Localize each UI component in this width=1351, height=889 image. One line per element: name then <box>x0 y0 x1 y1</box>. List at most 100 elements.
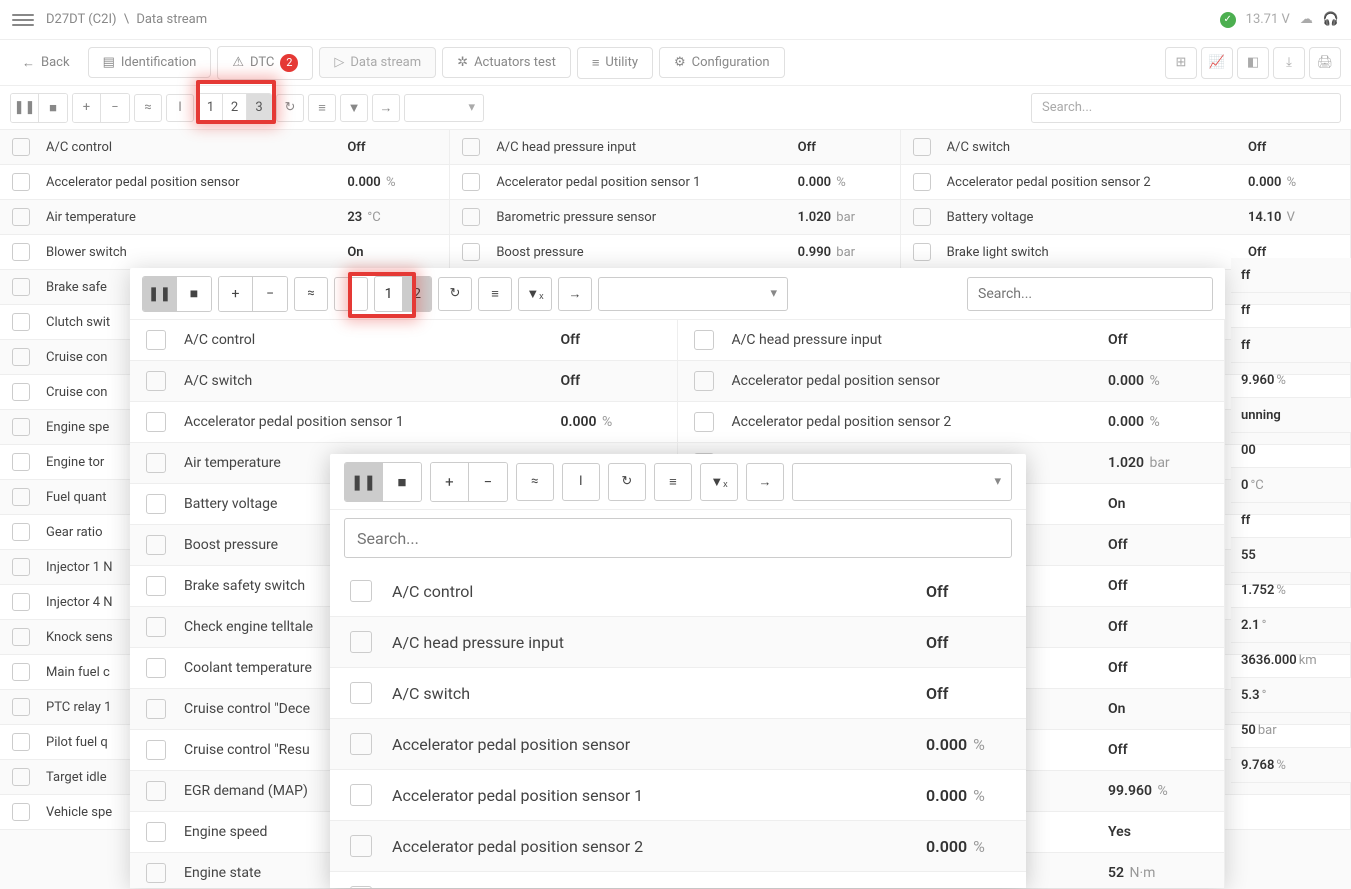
checkbox[interactable] <box>350 682 372 704</box>
checkbox[interactable] <box>146 494 166 514</box>
checkbox[interactable] <box>146 371 166 391</box>
refresh-icon-3[interactable]: ↻ <box>608 463 646 501</box>
list3-row[interactable]: Accelerator pedal position sensor 2 0.00… <box>330 821 1026 872</box>
checkbox[interactable] <box>913 243 931 261</box>
checkbox[interactable] <box>146 330 166 350</box>
checkbox[interactable] <box>12 803 30 821</box>
export-icon[interactable]: ⤓ <box>1273 47 1305 79</box>
cloud-icon[interactable]: ☁ <box>1300 12 1313 27</box>
dropdown-3[interactable]: ▾ <box>792 463 1012 501</box>
grid-icon[interactable]: ⊞ <box>1165 47 1197 79</box>
snapshot-icon[interactable]: ◧ <box>1237 47 1269 79</box>
grid-cell[interactable]: Accelerator pedal position sensor 0.000 … <box>0 165 450 200</box>
checkbox[interactable] <box>12 173 30 191</box>
pause-button-2[interactable]: ❚❚ <box>143 277 177 311</box>
checkbox[interactable] <box>146 863 166 883</box>
list3-row[interactable]: A/C switch Off <box>330 668 1026 719</box>
checkbox[interactable] <box>694 412 714 432</box>
checkbox[interactable] <box>350 835 372 857</box>
checkbox[interactable] <box>146 658 166 678</box>
arrow-icon-2[interactable]: → <box>558 277 592 311</box>
filter-icon-2[interactable]: ▼ₓ <box>518 277 552 311</box>
grid2-cell[interactable]: A/C control Off <box>130 320 678 361</box>
checkbox[interactable] <box>12 243 30 261</box>
search-input-2[interactable] <box>967 277 1213 311</box>
grid-cell[interactable]: Barometric pressure sensor 1.020 bar <box>450 200 900 235</box>
grid2-cell[interactable]: A/C switch Off <box>130 361 678 402</box>
stop-button[interactable]: ■ <box>39 94 67 122</box>
checkbox[interactable] <box>694 330 714 350</box>
col-2[interactable]: 2 <box>223 94 247 122</box>
list3-row[interactable]: Air temperature 23 °C <box>330 872 1026 888</box>
checkbox[interactable] <box>12 418 30 436</box>
grid-cell[interactable]: Air temperature 23 °C <box>0 200 450 235</box>
checkbox[interactable] <box>146 699 166 719</box>
arrow-icon[interactable]: → <box>372 94 400 122</box>
col2-2[interactable]: 2 <box>403 277 431 311</box>
pause-button[interactable]: ❚❚ <box>11 94 39 122</box>
list3-row[interactable]: Accelerator pedal position sensor 1 0.00… <box>330 770 1026 821</box>
arrow-icon-3[interactable]: → <box>746 463 784 501</box>
pause-button-3[interactable]: ❚❚ <box>345 463 383 501</box>
tab-datastream[interactable]: ▷Data stream <box>319 47 436 78</box>
checkbox[interactable] <box>350 784 372 806</box>
filter-icon-3[interactable]: ▼ₓ <box>700 463 738 501</box>
checkbox[interactable] <box>12 663 30 681</box>
checkbox[interactable] <box>12 278 30 296</box>
checkbox[interactable] <box>913 173 931 191</box>
refresh-icon[interactable]: ↻ <box>276 94 304 122</box>
checkbox[interactable] <box>12 558 30 576</box>
remove-button-3[interactable]: − <box>469 463 507 501</box>
back-button[interactable]: ← Back <box>10 49 82 77</box>
grid-cell[interactable]: A/C control Off <box>0 130 450 165</box>
remove-button[interactable]: − <box>101 94 129 122</box>
checkbox[interactable] <box>12 768 30 786</box>
checkbox[interactable] <box>12 453 30 471</box>
checkbox[interactable] <box>146 617 166 637</box>
search-input-3[interactable] <box>344 518 1012 558</box>
filter-icon[interactable]: ▼ <box>340 94 368 122</box>
checkbox[interactable] <box>12 138 30 156</box>
checkbox[interactable] <box>350 886 372 888</box>
checkbox[interactable] <box>913 138 931 156</box>
checkbox[interactable] <box>12 523 30 541</box>
checkbox[interactable] <box>12 488 30 506</box>
tab-configuration[interactable]: ⚙Configuration <box>659 47 785 78</box>
stop-button-2[interactable]: ■ <box>177 277 211 311</box>
grid2-cell[interactable]: Accelerator pedal position sensor 0.000 … <box>678 361 1226 402</box>
grid-cell[interactable]: A/C switch Off <box>901 130 1351 165</box>
list-icon[interactable]: ≡ <box>308 94 336 122</box>
col-3[interactable]: 3 <box>247 94 271 122</box>
checkbox[interactable] <box>12 733 30 751</box>
checkbox[interactable] <box>12 698 30 716</box>
add-button[interactable]: + <box>73 94 101 122</box>
grid-cell[interactable]: Blower switch On <box>0 235 450 270</box>
text-icon-2[interactable]: I <box>334 277 368 311</box>
checkbox[interactable] <box>146 740 166 760</box>
checkbox[interactable] <box>12 383 30 401</box>
col-1[interactable]: 1 <box>199 94 223 122</box>
list-icon-3[interactable]: ≡ <box>654 463 692 501</box>
headset-icon[interactable]: 🎧 <box>1323 12 1339 27</box>
checkbox[interactable] <box>12 593 30 611</box>
checkbox[interactable] <box>350 580 372 602</box>
grid-cell[interactable]: Accelerator pedal position sensor 2 0.00… <box>901 165 1351 200</box>
list3-row[interactable]: A/C control Off <box>330 566 1026 617</box>
grid-cell[interactable]: Accelerator pedal position sensor 1 0.00… <box>450 165 900 200</box>
grid-cell[interactable]: Battery voltage 14.10 V <box>901 200 1351 235</box>
grid-cell[interactable]: A/C head pressure input Off <box>450 130 900 165</box>
print-icon[interactable]: 🖨 <box>1309 47 1341 79</box>
grid2-cell[interactable]: A/C head pressure input Off <box>678 320 1226 361</box>
list-icon-2[interactable]: ≡ <box>478 277 512 311</box>
graph-icon[interactable]: 📈 <box>1201 47 1233 79</box>
reset-icon-3[interactable]: ≈ <box>516 463 554 501</box>
checkbox[interactable] <box>462 173 480 191</box>
dropdown-2[interactable]: ▾ <box>598 277 788 311</box>
stop-button-3[interactable]: ■ <box>383 463 421 501</box>
checkbox[interactable] <box>12 313 30 331</box>
tab-dtc[interactable]: ⚠DTC2 <box>217 46 313 80</box>
checkbox[interactable] <box>146 576 166 596</box>
checkbox[interactable] <box>146 453 166 473</box>
grid-cell[interactable]: Boost pressure 0.990 bar <box>450 235 900 270</box>
checkbox[interactable] <box>12 348 30 366</box>
